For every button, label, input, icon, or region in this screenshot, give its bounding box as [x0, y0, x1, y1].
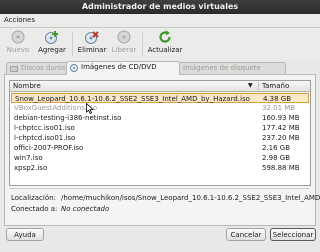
refresh-button[interactable]: Actualizar — [146, 30, 184, 58]
select-button[interactable]: Seleccionar — [270, 228, 316, 241]
menubar: Acciones — [0, 14, 320, 28]
row-name: offici-2007-PROF.iso — [14, 144, 84, 152]
cd-dvd-icon — [70, 64, 78, 72]
row-size: 160.93 MB — [262, 114, 300, 122]
release-button[interactable]: Liberar — [110, 30, 138, 58]
tab-hard-disks-label: Discos duros — [21, 64, 66, 72]
media-list[interactable]: Nombre ▼ Tamaño Snow_Leopard_10.6.1-10.6… — [9, 80, 311, 186]
help-label: Ayuda — [14, 231, 36, 239]
tab-cd-dvd-label: Imágenes de CD/DVD — [81, 63, 157, 71]
row-size: 32.01 MB — [262, 104, 296, 112]
add-disk-icon — [45, 31, 58, 44]
new-disk-icon — [11, 30, 25, 44]
select-label: Seleccionar — [272, 231, 314, 239]
window-titlebar: Administrador de medios virtuales — [0, 0, 320, 14]
column-size[interactable]: Tamaño — [258, 82, 289, 90]
list-row[interactable]: Snow_Leopard_10.6.1-10.6.2_SSE2_SSE3_Int… — [11, 93, 309, 103]
new-label: Nuevo — [6, 46, 30, 54]
list-row[interactable]: l-chptcc.iso01.iso 177.42 MB — [11, 123, 309, 133]
release-label: Liberar — [111, 46, 137, 54]
attached-value: No conectado — [61, 205, 110, 213]
remove-label: Eliminar — [77, 46, 107, 54]
row-name: win7.iso — [14, 154, 43, 162]
list-row[interactable]: win7.iso 2.98 GB — [11, 153, 309, 163]
toolbar: Nuevo Agregar Eliminar Liberar Actualiza… — [0, 28, 320, 60]
location-line: Localización: /home/muchikon/isos/Snow_L… — [11, 194, 320, 202]
mouse-cursor-icon — [86, 103, 94, 114]
toolbar-separator — [142, 32, 143, 56]
attached-line: Conectado a: No conectado — [11, 205, 109, 213]
tab-cd-dvd[interactable]: Imágenes de CD/DVD — [66, 61, 180, 75]
location-label: Localización: — [11, 194, 56, 202]
list-row[interactable]: offici-2007-PROF.iso 2.16 GB — [11, 143, 309, 153]
tab-floppy-label: Imágenes de disquete — [183, 64, 261, 72]
cancel-label: Cancelar — [230, 231, 262, 239]
location-value: /home/muchikon/isos/Snow_Leopard_10.6.1-… — [61, 194, 320, 202]
sort-arrow-icon: ▼ — [248, 82, 253, 89]
add-button[interactable]: Agregar — [36, 30, 68, 58]
details-divider — [9, 188, 309, 189]
new-button[interactable]: Nuevo — [6, 30, 30, 58]
row-size: 598.88 MB — [262, 164, 300, 172]
remove-disk-icon — [85, 31, 99, 44]
help-button[interactable]: Ayuda — [6, 228, 44, 241]
attached-label: Conectado a: — [11, 205, 58, 213]
row-name: VBoxGuestAdditions.iso — [14, 104, 98, 112]
list-row[interactable]: l-chptcd.iso01.iso 237.20 MB — [11, 133, 309, 143]
list-row[interactable]: xpsp2.iso 598.88 MB — [11, 163, 309, 173]
row-size: 177.42 MB — [262, 124, 300, 132]
toolbar-separator — [72, 32, 73, 56]
hard-disk-icon — [10, 66, 18, 72]
window-title: Administrador de medios virtuales — [81, 2, 239, 11]
list-row[interactable]: VBoxGuestAdditions.iso 32.01 MB — [11, 103, 309, 113]
add-label: Agregar — [38, 46, 66, 54]
refresh-label: Actualizar — [147, 46, 183, 54]
row-name: xpsp2.iso — [14, 164, 48, 172]
list-header: Nombre ▼ Tamaño — [10, 81, 310, 92]
row-size: 237.20 MB — [262, 134, 300, 142]
release-disk-icon — [117, 30, 131, 44]
menu-acciones[interactable]: Acciones — [4, 16, 35, 24]
column-name[interactable]: Nombre — [13, 82, 41, 90]
row-name: l-chptcd.iso01.iso — [14, 134, 76, 142]
remove-button[interactable]: Eliminar — [76, 30, 108, 58]
row-size: 2.98 GB — [262, 154, 291, 162]
tab-floppy[interactable]: Imágenes de disquete — [168, 62, 286, 74]
row-name: l-chptcc.iso01.iso — [14, 124, 75, 132]
cd-dvd-panel: Nombre ▼ Tamaño Snow_Leopard_10.6.1-10.6… — [4, 74, 320, 226]
row-size: 2.16 GB — [262, 144, 291, 152]
row-name: debian-testing-i386-netinst.iso — [14, 114, 122, 122]
cancel-button[interactable]: Cancelar — [226, 228, 266, 241]
media-tabs: Discos duros Imágenes de CD/DVD Imágenes… — [4, 61, 316, 75]
list-row[interactable]: debian-testing-i386-netinst.iso 160.93 MB — [11, 113, 309, 123]
refresh-icon — [159, 30, 171, 43]
